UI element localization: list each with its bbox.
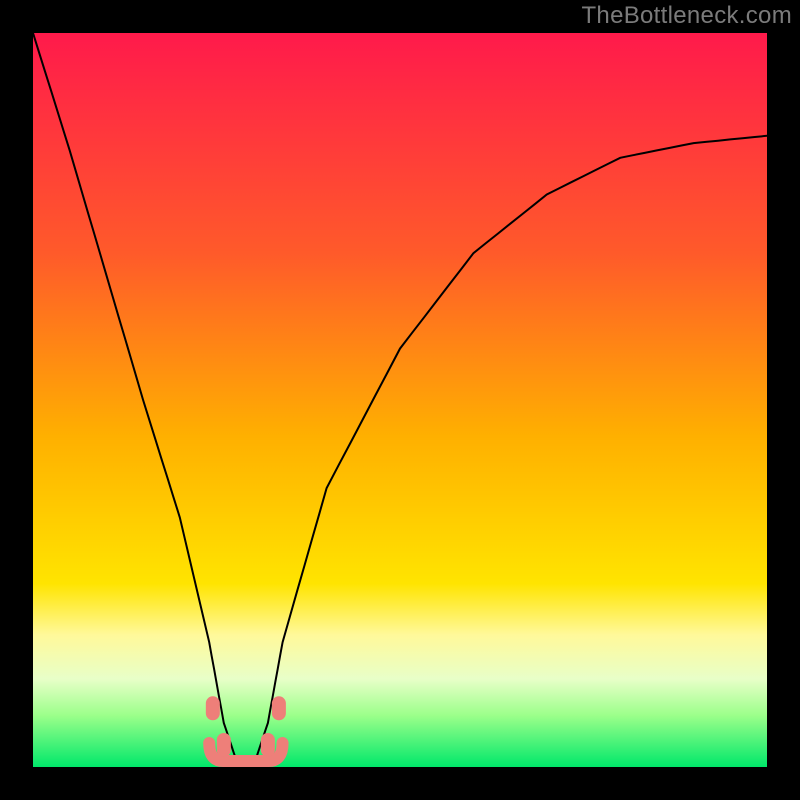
- curve-marker: [217, 733, 231, 757]
- watermark-text: TheBottleneck.com: [581, 2, 792, 30]
- curve-marker: [261, 733, 275, 757]
- plot-area: [33, 33, 767, 767]
- chart-svg: [33, 33, 767, 767]
- chart-frame: TheBottleneck.com: [0, 0, 800, 800]
- curve-marker: [272, 696, 286, 720]
- curve-marker: [206, 696, 220, 720]
